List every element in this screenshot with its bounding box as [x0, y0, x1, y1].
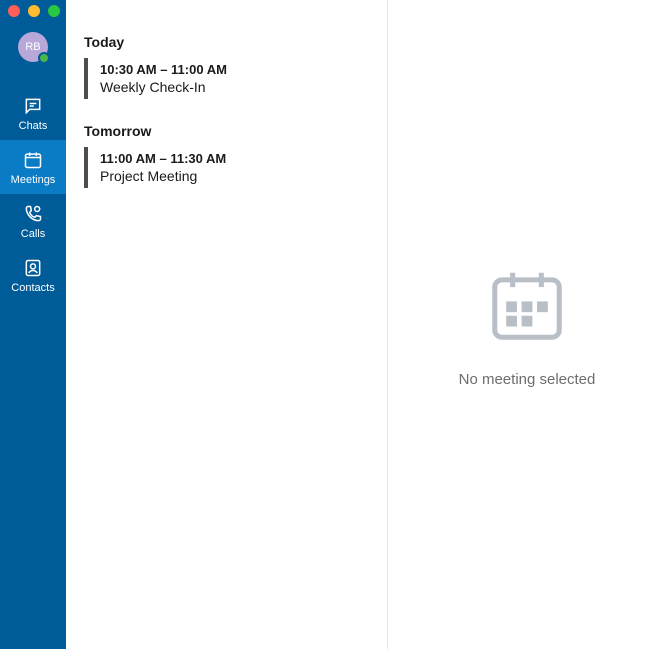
sidebar-item-label: Calls	[21, 228, 45, 240]
sidebar-item-contacts[interactable]: Contacts	[0, 248, 66, 302]
app-window: RB Chats Meet	[0, 0, 666, 649]
sidebar-item-label: Chats	[19, 120, 48, 132]
calendar-empty-icon	[484, 262, 570, 353]
user-avatar[interactable]: RB	[18, 32, 48, 62]
meeting-detail-panel: No meeting selected	[388, 0, 666, 649]
sidebar: RB Chats Meet	[0, 0, 66, 649]
chat-icon	[23, 96, 43, 116]
window-maximize-button[interactable]	[48, 5, 60, 17]
calendar-icon	[23, 150, 43, 170]
sidebar-item-meetings[interactable]: Meetings	[0, 140, 66, 194]
meetings-list-panel: Today 10:30 AM – 11:00 AM Weekly Check-I…	[66, 0, 388, 649]
phone-icon	[23, 204, 43, 224]
meeting-item[interactable]: 11:00 AM – 11:30 AM Project Meeting	[84, 147, 369, 188]
window-titlebar	[0, 0, 666, 22]
section-header: Tomorrow	[84, 123, 369, 139]
meeting-time: 11:00 AM – 11:30 AM	[100, 151, 369, 166]
meeting-title: Weekly Check-In	[100, 79, 369, 95]
contact-icon	[23, 258, 43, 278]
app-body: RB Chats Meet	[0, 0, 666, 649]
sidebar-item-label: Meetings	[11, 174, 56, 186]
sidebar-item-chats[interactable]: Chats	[0, 86, 66, 140]
meeting-time: 10:30 AM – 11:00 AM	[100, 62, 369, 77]
meeting-item[interactable]: 10:30 AM – 11:00 AM Weekly Check-In	[84, 58, 369, 99]
empty-state-text: No meeting selected	[459, 371, 596, 388]
sidebar-item-calls[interactable]: Calls	[0, 194, 66, 248]
meetings-section: Tomorrow 11:00 AM – 11:30 AM Project Mee…	[84, 123, 369, 188]
sidebar-item-label: Contacts	[11, 282, 54, 294]
meetings-section: Today 10:30 AM – 11:00 AM Weekly Check-I…	[84, 34, 369, 99]
window-minimize-button[interactable]	[28, 5, 40, 17]
presence-available-icon	[38, 52, 50, 64]
meeting-title: Project Meeting	[100, 168, 369, 184]
window-close-button[interactable]	[8, 5, 20, 17]
section-header: Today	[84, 34, 369, 50]
